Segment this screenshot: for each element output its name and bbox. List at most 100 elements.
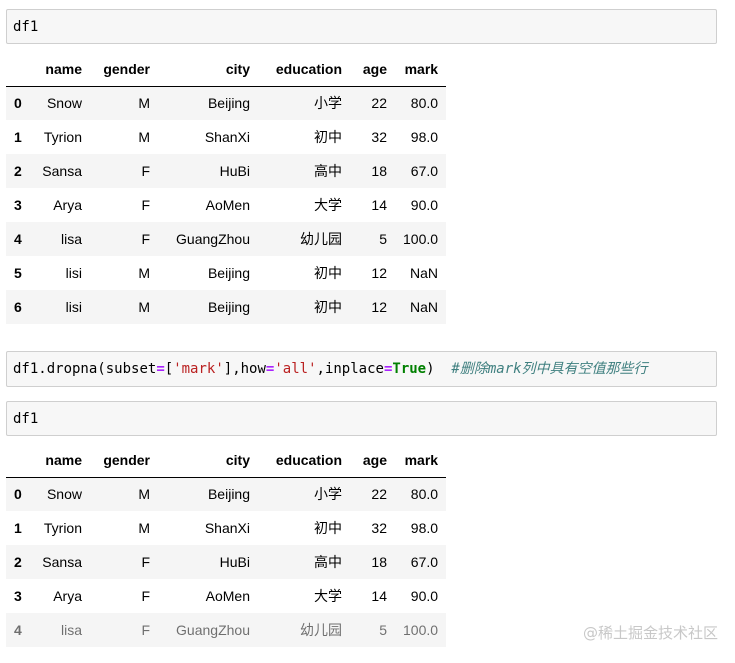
table-row: 3 Arya F AoMen 大学 14 90.0 — [6, 188, 447, 222]
dataframe-table-after: name gender city education age mark 0 Sno… — [6, 443, 447, 647]
table-row: 2 Sansa F HuBi 高中 18 67.0 — [6, 545, 447, 579]
cell-education: 初中 — [314, 129, 342, 145]
header-mark: mark — [395, 443, 447, 478]
code-token: ,inplace — [316, 361, 384, 377]
cell-age: 5 — [379, 231, 387, 247]
code-token: df1. — [13, 361, 47, 377]
cell-name: Sansa — [42, 163, 82, 179]
cell-gender: F — [141, 622, 150, 638]
cell-gender: F — [141, 554, 150, 570]
cell-index: 4 — [14, 231, 22, 247]
cell-index: 1 — [14, 520, 22, 536]
cell-gender: F — [141, 231, 150, 247]
code-token: = — [156, 361, 165, 377]
header-gender: gender — [90, 52, 158, 87]
table-row: 0 Snow M Beijing 小学 22 80.0 — [6, 477, 447, 511]
code-comment: #删除mark列中具有空值那些行 — [451, 361, 648, 377]
cell-name: Sansa — [42, 554, 82, 570]
code-token: dropna — [46, 361, 98, 377]
cell-education: 高中 — [314, 163, 342, 179]
cell-age: 18 — [371, 554, 387, 570]
code-token: (subset — [97, 361, 157, 377]
header-age: age — [350, 443, 395, 478]
cell-age: 32 — [371, 129, 387, 145]
table-header: name gender city education age mark — [6, 52, 447, 87]
cell-education: 初中 — [314, 299, 342, 315]
code-text: df1 — [13, 19, 39, 35]
cell-age: 12 — [371, 299, 387, 315]
cell-education: 大学 — [314, 197, 342, 213]
table-row: 4 lisa F GuangZhou 幼儿园 5 100.0 — [6, 222, 447, 256]
cell-gender: M — [138, 95, 150, 112]
table-body: 0 Snow M Beijing 小学 22 80.0 1 Tyrion M ShanXi 初中 32 9… — [6, 477, 447, 647]
header-name: name — [32, 52, 90, 87]
cell-index: 6 — [14, 299, 22, 315]
table-row: 1 Tyrion M ShanXi 初中 32 98.0 — [6, 511, 447, 545]
cell-city: Beijing — [207, 486, 250, 503]
cell-city: Beijing — [207, 299, 250, 315]
code-token: ],how — [223, 361, 266, 377]
cell-gender: F — [141, 588, 150, 604]
cell-city: HuBi — [219, 163, 250, 179]
cell-gender: F — [141, 197, 150, 213]
cell-name: Arya — [53, 588, 82, 604]
header-gender: gender — [90, 443, 158, 478]
cell-index: 1 — [14, 129, 22, 145]
cell-index: 0 — [14, 95, 22, 112]
cell-name: Tyrion — [43, 520, 82, 536]
cell-age: 18 — [371, 163, 387, 179]
cell-name: lisi — [65, 265, 82, 281]
header-education: education — [258, 52, 350, 87]
header-mark: mark — [395, 52, 447, 87]
code-text: df1.dropna(subset=['mark'],how='all',inp… — [13, 361, 648, 377]
cell-education: 幼儿园 — [300, 231, 342, 247]
cell-mark: NaN — [410, 299, 439, 315]
table-row: 1 Tyrion M ShanXi 初中 32 98.0 — [6, 120, 447, 154]
code-token: 'mark' — [173, 361, 224, 377]
table-body: 0 Snow M Beijing 小学 22 80.0 1 Tyrion M ShanXi 初中 32 9… — [6, 86, 447, 324]
cell-mark: 100.0 — [403, 231, 439, 247]
cell-index: 3 — [14, 197, 22, 213]
cell-index: 4 — [14, 622, 22, 638]
cell-city: AoMen — [205, 197, 250, 213]
code-cell-dropna[interactable]: df1.dropna(subset=['mark'],how='all',inp… — [6, 351, 717, 387]
header-name: name — [32, 443, 90, 478]
cell-mark: 67.0 — [410, 163, 439, 179]
cell-city: GuangZhou — [176, 622, 250, 638]
table-row: 5 lisi M Beijing 初中 12 NaN — [6, 256, 447, 290]
table-header: name gender city education age mark — [6, 443, 447, 478]
dataframe-table-before: name gender city education age mark 0 Sno… — [6, 52, 447, 324]
code-token: True — [392, 361, 427, 377]
cell-mark: 98.0 — [410, 129, 439, 145]
cell-education: 大学 — [314, 588, 342, 604]
cell-mark: 80.0 — [410, 486, 439, 503]
cell-index: 5 — [14, 265, 22, 281]
table-row: 4 lisa F GuangZhou 幼儿园 5 100.0 — [6, 613, 447, 647]
cell-city: GuangZhou — [176, 231, 250, 247]
code-cell-df1-bottom[interactable]: df1 — [6, 401, 717, 436]
code-text: df1 — [13, 411, 39, 427]
cell-education: 幼儿园 — [300, 622, 342, 638]
header-city: city — [158, 443, 258, 478]
cell-mark: 67.0 — [410, 554, 439, 570]
cell-age: 22 — [371, 486, 387, 503]
cell-city: Beijing — [207, 265, 250, 281]
cell-education: 初中 — [314, 520, 342, 536]
cell-mark: NaN — [410, 265, 439, 281]
table-row: 3 Arya F AoMen 大学 14 90.0 — [6, 579, 447, 613]
header-index — [6, 443, 32, 478]
cell-gender: M — [138, 520, 150, 536]
cell-mark: 90.0 — [410, 588, 439, 604]
cell-gender: F — [141, 163, 150, 179]
cell-city: Beijing — [207, 95, 250, 112]
cell-age: 14 — [371, 197, 387, 213]
cell-name: Snow — [46, 95, 82, 112]
code-cell-df1-top[interactable]: df1 — [6, 9, 717, 44]
cell-index: 2 — [14, 163, 22, 179]
cell-age: 12 — [371, 265, 387, 281]
cell-name: Tyrion — [43, 129, 82, 145]
cell-gender: M — [138, 129, 150, 145]
cell-city: HuBi — [219, 554, 250, 570]
header-city: city — [158, 52, 258, 87]
cell-city: ShanXi — [204, 520, 250, 536]
